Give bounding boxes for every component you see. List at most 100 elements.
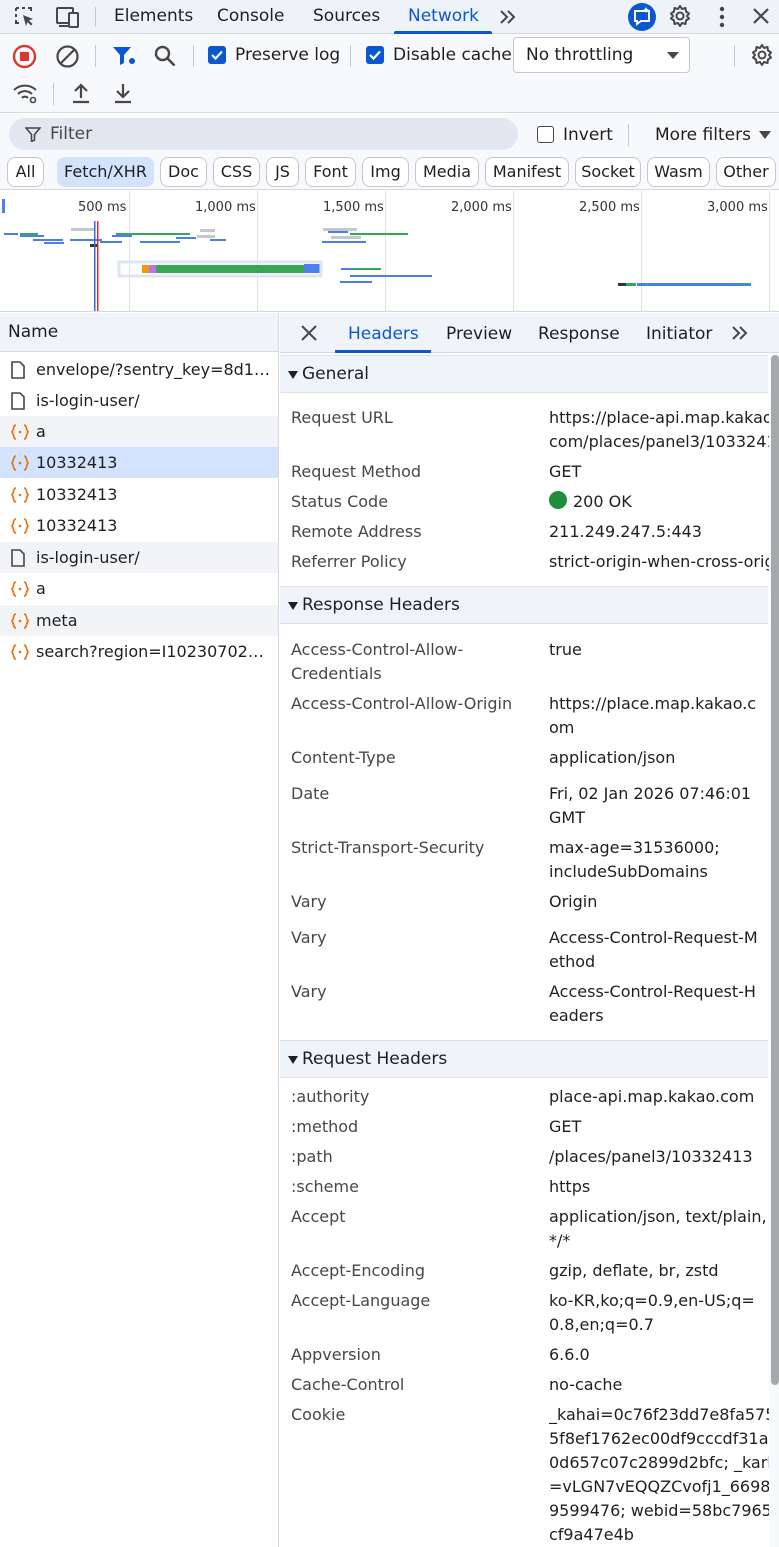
header-key: Accept-Encoding <box>291 1261 426 1280</box>
header-key: :scheme <box>291 1177 359 1196</box>
chip-img[interactable]: Img <box>362 157 409 187</box>
request-row[interactable]: meta <box>0 605 278 636</box>
tab-network[interactable]: Network <box>408 6 479 26</box>
header-value: 211.249.247.5:443 <box>549 522 702 541</box>
section-title: Response Headers <box>302 595 460 615</box>
import-har-upload-icon[interactable] <box>70 81 92 105</box>
close-devtools-icon[interactable] <box>751 6 771 26</box>
name-column-label: Name <box>8 322 59 342</box>
disable-cache-checkbox[interactable] <box>366 46 384 64</box>
fetch-braces-icon <box>10 423 30 441</box>
chip-all[interactable]: All <box>7 157 44 187</box>
preserve-log-checkbox[interactable] <box>208 46 226 64</box>
more-tabs-chevron-icon[interactable] <box>498 7 518 27</box>
header-value: https <box>549 1177 591 1196</box>
details-tab-bar: Headers Preview Response Initiator <box>280 313 779 353</box>
search-icon[interactable] <box>153 44 177 68</box>
invert-checkbox[interactable] <box>537 126 554 143</box>
request-row[interactable]: a <box>0 416 278 447</box>
request-name: a <box>36 579 46 598</box>
section-request-headers-header[interactable]: Request Headers <box>280 1040 768 1078</box>
section-general-header[interactable]: General <box>280 355 768 393</box>
tab-initiator[interactable]: Initiator <box>646 324 712 344</box>
disable-cache-label[interactable]: Disable cache <box>393 45 512 65</box>
filter-funnel-icon <box>25 126 41 142</box>
header-value: Access-Control-Request-Method <box>549 928 758 971</box>
header-key: :path <box>291 1147 333 1166</box>
header-key: Strict-Transport-Security <box>291 838 485 857</box>
header-value: 200 OK <box>573 492 632 511</box>
header-value: _kahai=0c76f23dd7e8fa5755f8ef1762ec00df9… <box>549 1405 779 1544</box>
tab-preview[interactable]: Preview <box>446 324 512 344</box>
filter-input[interactable]: Filter <box>9 118 518 150</box>
request-row[interactable]: envelope/?sentry_key=8d1… <box>0 354 278 385</box>
request-name: 10332413 <box>36 485 118 504</box>
chip-media[interactable]: Media <box>415 157 479 187</box>
request-row[interactable]: is-login-user/ <box>0 542 278 573</box>
invert-label[interactable]: Invert <box>563 125 613 145</box>
settings-gear-icon[interactable] <box>668 4 692 28</box>
more-tabs-chevron-icon[interactable] <box>730 324 750 342</box>
tab-response[interactable]: Response <box>538 324 620 344</box>
chip-other[interactable]: Other <box>716 157 776 187</box>
chip-wasm[interactable]: Wasm <box>647 157 710 187</box>
details-scrollbar-thumb[interactable] <box>771 355 779 1385</box>
export-har-download-icon[interactable] <box>112 81 134 105</box>
divider <box>734 45 735 67</box>
more-options-icon[interactable] <box>711 5 733 29</box>
preserve-log-label[interactable]: Preserve log <box>235 45 340 65</box>
more-filters-arrow-icon <box>759 131 771 140</box>
header-key: Cache-Control <box>291 1375 405 1394</box>
request-row-selected[interactable]: 10332413 <box>0 447 278 478</box>
name-column-header[interactable]: Name <box>0 313 278 352</box>
ai-assistance-icon[interactable] <box>627 2 657 32</box>
header-key: Accept <box>291 1207 346 1226</box>
collapse-triangle-icon <box>288 371 298 379</box>
clear-log-icon[interactable] <box>55 44 80 69</box>
inspect-element-icon[interactable] <box>13 5 37 29</box>
chip-doc[interactable]: Doc <box>160 157 207 187</box>
header-key: Referrer Policy <box>291 552 407 571</box>
fetch-braces-icon <box>10 486 30 504</box>
more-filters-button[interactable]: More filters <box>655 125 751 145</box>
header-key: Status Code <box>291 492 389 511</box>
fetch-braces-icon <box>10 643 30 661</box>
request-name: 10332413 <box>36 516 118 535</box>
request-row[interactable]: 10332413 <box>0 510 278 541</box>
request-row[interactable]: a <box>0 573 278 604</box>
chip-fetch-xhr[interactable]: Fetch/XHR <box>57 157 154 187</box>
chip-css[interactable]: CSS <box>213 157 260 187</box>
divider <box>628 124 629 146</box>
document-icon <box>10 392 26 410</box>
request-row[interactable]: is-login-user/ <box>0 385 278 416</box>
header-value: no-cache <box>549 1375 623 1394</box>
request-row[interactable]: 10332413 <box>0 479 278 510</box>
tab-console[interactable]: Console <box>217 6 285 26</box>
chip-socket[interactable]: Socket <box>575 157 641 187</box>
throttling-select[interactable]: No throttling <box>513 37 690 73</box>
chip-font[interactable]: Font <box>305 157 356 187</box>
chip-js[interactable]: JS <box>266 157 299 187</box>
section-title: Request Headers <box>302 1049 448 1069</box>
tab-headers[interactable]: Headers <box>348 324 419 344</box>
chip-manifest[interactable]: Manifest <box>485 157 569 187</box>
section-title: General <box>302 364 369 384</box>
header-value: https://place-api.map.kakao.com/places/p… <box>549 408 777 451</box>
tab-sources[interactable]: Sources <box>313 6 380 26</box>
tab-elements[interactable]: Elements <box>114 6 193 26</box>
network-settings-gear-icon[interactable] <box>750 43 774 67</box>
request-name: meta <box>36 611 78 630</box>
request-row[interactable]: search?region=I10230702… <box>0 636 278 667</box>
close-details-icon[interactable] <box>300 324 318 342</box>
timeline-overview[interactable]: 500 ms 1,000 ms 1,500 ms 2,000 ms 2,500 … <box>0 191 779 312</box>
section-response-headers-header[interactable]: Response Headers <box>280 586 768 624</box>
header-value: https://place.map.kakao.com <box>549 694 757 737</box>
filter-funnel-icon[interactable] <box>111 44 137 68</box>
header-value: 6.6.0 <box>549 1345 590 1364</box>
network-conditions-wifi-icon[interactable] <box>12 82 40 106</box>
device-toolbar-icon[interactable] <box>55 5 81 29</box>
header-value: ko-KR,ko;q=0.9,en-US;q=0.8,en;q=0.7 <box>549 1291 755 1334</box>
record-stop-icon[interactable] <box>12 44 37 69</box>
header-key: :authority <box>291 1087 370 1106</box>
timeline-waterfall-bars <box>4 221 751 311</box>
